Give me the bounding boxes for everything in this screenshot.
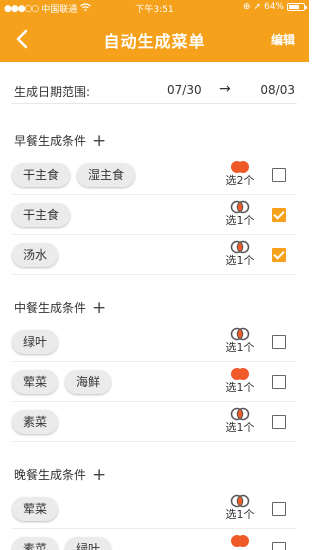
pick-rule[interactable]: 选1个 — [223, 494, 257, 521]
category-chip[interactable]: 干主食 — [12, 203, 71, 227]
section-header: 中餐生成条件 + — [14, 298, 106, 318]
date-range-label: 生成日期范围: — [14, 85, 91, 99]
category-chip[interactable]: 荤菜 — [12, 497, 59, 521]
category-chip[interactable]: 素菜 — [12, 537, 59, 550]
category-chip[interactable]: 汤水 — [12, 243, 59, 267]
filled-overlap-icon — [223, 160, 257, 174]
condition-row: 荤菜 海鲜 选1个 — [12, 362, 297, 402]
row-checkbox[interactable] — [272, 502, 286, 516]
section-title: 早餐生成条件 — [14, 134, 87, 148]
add-condition-button[interactable]: + — [92, 465, 106, 485]
status-bar: ●●●○○ 中国联通 下午3:51 ⊕ ➚ 64% — [0, 0, 309, 16]
condition-row: 绿叶 选1个 — [12, 322, 297, 362]
add-condition-button[interactable]: + — [92, 131, 106, 151]
battery-percent: 64% — [263, 2, 284, 12]
pick-count-label: 选1个 — [225, 508, 255, 521]
row-checkbox[interactable] — [272, 248, 286, 262]
pick-rule[interactable]: 选1个 — [223, 200, 257, 227]
outline-overlap-icon — [223, 327, 257, 341]
add-condition-button[interactable]: + — [92, 298, 106, 318]
page-title: 自动生成菜单 — [103, 32, 206, 51]
date-range-row[interactable]: 生成日期范围: 07/30 → 08/03 — [12, 76, 297, 104]
end-date[interactable]: 08/03 — [260, 83, 295, 97]
category-chip[interactable]: 湿主食 — [77, 163, 136, 187]
nav-bar: 自动生成菜单 编辑 — [0, 16, 309, 62]
condition-row: 素菜 选1个 — [12, 402, 297, 442]
pick-count-label: 选1个 — [225, 421, 255, 434]
section-header: 晚餐生成条件 + — [14, 465, 106, 485]
pick-count-label: 选2个 — [225, 174, 255, 187]
outline-overlap-icon — [223, 407, 257, 421]
battery-icon — [287, 3, 307, 11]
edit-button[interactable]: 编辑 — [271, 31, 295, 48]
condition-row: 干主食 选1个 — [12, 195, 297, 235]
row-checkbox[interactable] — [272, 415, 286, 429]
outline-overlap-icon — [223, 200, 257, 214]
condition-row: 素菜 绿叶 — [12, 529, 297, 550]
row-checkbox[interactable] — [272, 542, 286, 550]
pick-rule[interactable]: 选1个 — [223, 240, 257, 267]
pick-rule[interactable]: 选1个 — [223, 367, 257, 394]
pick-count-label: 选1个 — [225, 381, 255, 394]
filled-overlap-icon — [223, 367, 257, 381]
condition-row: 汤水 选1个 — [12, 235, 297, 275]
pick-count-label: 选1个 — [225, 254, 255, 267]
category-chip[interactable]: 绿叶 — [12, 330, 59, 354]
filled-overlap-icon — [223, 534, 257, 548]
arrow-right-icon: → — [219, 81, 231, 97]
pick-rule[interactable]: 选1个 — [223, 407, 257, 434]
outline-overlap-icon — [223, 494, 257, 508]
row-checkbox[interactable] — [272, 335, 286, 349]
pick-count-label: 选1个 — [225, 214, 255, 227]
pick-count-label: 选1个 — [225, 341, 255, 354]
pick-rule[interactable] — [223, 534, 257, 549]
section-title: 晚餐生成条件 — [14, 468, 87, 482]
row-checkbox[interactable] — [272, 208, 286, 222]
row-checkbox[interactable] — [272, 375, 286, 389]
row-checkbox[interactable] — [272, 168, 286, 182]
category-chip[interactable]: 干主食 — [12, 163, 71, 187]
category-chip[interactable]: 荤菜 — [12, 370, 59, 394]
condition-row: 干主食 湿主食 选2个 — [12, 155, 297, 195]
category-chip[interactable]: 海鲜 — [65, 370, 112, 394]
location-icon: ➚ — [253, 2, 261, 12]
outline-overlap-icon — [223, 240, 257, 254]
pick-rule[interactable]: 选2个 — [223, 160, 257, 187]
start-date[interactable]: 07/30 — [167, 83, 202, 97]
section-title: 中餐生成条件 — [14, 301, 87, 315]
category-chip[interactable]: 绿叶 — [65, 537, 112, 550]
rotation-lock-icon: ⊕ — [242, 2, 251, 12]
category-chip[interactable]: 素菜 — [12, 410, 59, 434]
section-header: 早餐生成条件 + — [14, 131, 106, 151]
condition-row: 荤菜 选1个 — [12, 489, 297, 529]
pick-rule[interactable]: 选1个 — [223, 327, 257, 354]
